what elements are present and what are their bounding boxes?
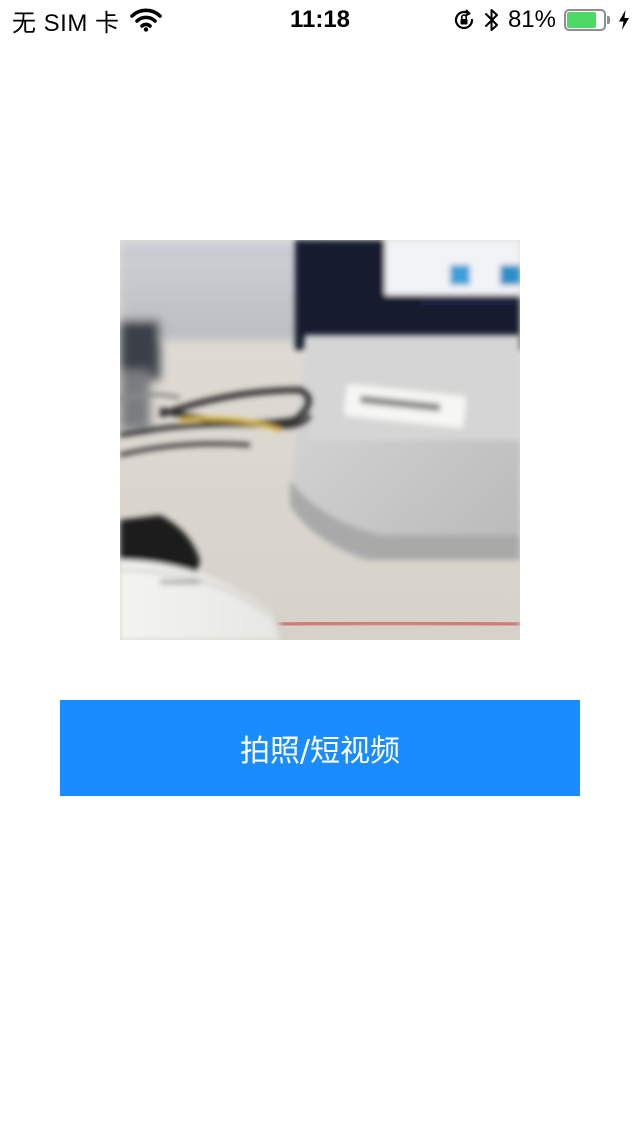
photo-preview[interactable] [120, 240, 520, 640]
orientation-lock-icon [452, 8, 476, 32]
capture-photo-video-button[interactable]: 拍照/短视频 [60, 700, 580, 796]
status-bar: 无 SIM 卡 11:18 81% [0, 0, 640, 40]
charging-bolt-icon [618, 9, 630, 31]
battery-percent: 81% [507, 6, 556, 33]
status-right: 81% [452, 6, 630, 34]
battery-icon [564, 9, 610, 31]
photo-image [120, 240, 520, 640]
bluetooth-icon [484, 7, 500, 33]
capture-button-label: 拍照/短视频 [239, 734, 401, 769]
